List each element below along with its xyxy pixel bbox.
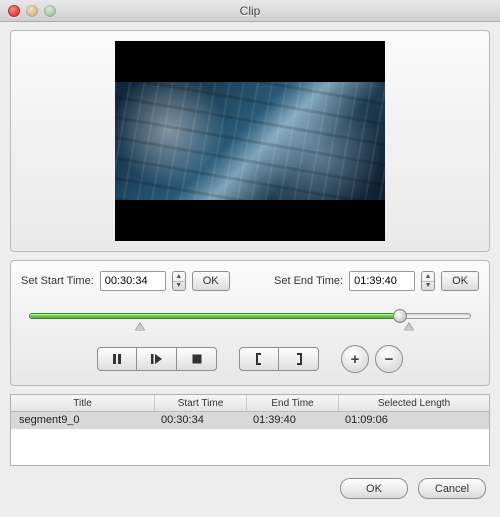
pause-icon — [111, 353, 123, 365]
stop-button[interactable] — [177, 347, 217, 371]
mark-out-button[interactable] — [279, 347, 319, 371]
remove-clip-button[interactable]: − — [375, 345, 403, 373]
plus-icon: + — [351, 351, 360, 368]
mark-in-button[interactable] — [239, 347, 279, 371]
dialog-footer: OK Cancel — [10, 478, 490, 499]
table-cell: segment9_0 — [11, 412, 155, 429]
mark-in-icon — [252, 352, 266, 366]
end-time-stepper[interactable]: ▲ ▼ — [421, 271, 435, 291]
zoom-window-button[interactable] — [44, 5, 56, 17]
pause-button[interactable] — [97, 347, 137, 371]
titlebar: Clip — [0, 0, 500, 22]
start-time-label: Set Start Time: — [21, 275, 94, 287]
stop-icon — [191, 353, 203, 365]
col-title[interactable]: Title — [11, 395, 155, 411]
table-header: Title Start Time End Time Selected Lengt… — [11, 395, 489, 412]
preview-frame — [10, 30, 490, 252]
end-time-label: Set End Time: — [274, 275, 343, 287]
controls-panel: Set Start Time: ▲ ▼ OK Set End Time: ▲ ▼… — [10, 260, 490, 386]
slider-knob[interactable] — [393, 309, 407, 323]
table-body: segment9_000:30:3401:39:4001:09:06 — [11, 412, 489, 429]
playback-group — [97, 347, 217, 371]
close-window-button[interactable] — [8, 5, 20, 17]
start-time-input[interactable] — [100, 271, 166, 291]
next-frame-button[interactable] — [137, 347, 177, 371]
table-cell: 01:39:40 — [247, 412, 339, 429]
end-time-input[interactable] — [349, 271, 415, 291]
add-clip-button[interactable]: + — [341, 345, 369, 373]
col-start[interactable]: Start Time — [155, 395, 247, 411]
chevron-down-icon[interactable]: ▼ — [173, 282, 185, 291]
range-start-marker[interactable] — [135, 323, 145, 331]
col-end[interactable]: End Time — [247, 395, 339, 411]
col-length[interactable]: Selected Length — [339, 395, 489, 411]
video-preview[interactable] — [115, 41, 385, 241]
chevron-up-icon[interactable]: ▲ — [173, 272, 185, 282]
timeline-slider[interactable] — [21, 305, 479, 331]
minus-icon: − — [385, 351, 394, 368]
segments-table: Title Start Time End Time Selected Lengt… — [10, 394, 490, 466]
slider-fill — [29, 313, 400, 319]
table-cell: 01:09:06 — [339, 412, 489, 429]
minimize-window-button[interactable] — [26, 5, 38, 17]
range-end-marker[interactable] — [404, 323, 414, 331]
chevron-up-icon[interactable]: ▲ — [422, 272, 434, 282]
mark-group — [239, 347, 319, 371]
video-frame-image — [115, 82, 385, 200]
window-traffic-lights — [8, 5, 56, 17]
transport-controls: + − — [21, 345, 479, 373]
ok-button[interactable]: OK — [340, 478, 408, 499]
chevron-down-icon[interactable]: ▼ — [422, 282, 434, 291]
table-row[interactable]: segment9_000:30:3401:39:4001:09:06 — [11, 412, 489, 429]
start-time-ok-button[interactable]: OK — [192, 271, 230, 291]
start-time-stepper[interactable]: ▲ ▼ — [172, 271, 186, 291]
next-frame-icon — [150, 353, 164, 365]
table-cell: 00:30:34 — [155, 412, 247, 429]
window-title: Clip — [8, 4, 492, 18]
cancel-button[interactable]: Cancel — [418, 478, 486, 499]
mark-out-icon — [292, 352, 306, 366]
end-time-ok-button[interactable]: OK — [441, 271, 479, 291]
